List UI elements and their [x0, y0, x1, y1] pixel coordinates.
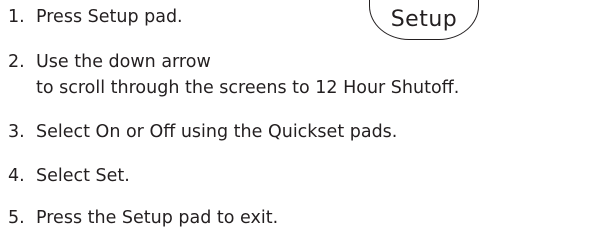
step-text: Select On or Off using the Quickset pads… [36, 122, 398, 142]
instruction-steps: 1. Press Setup pad. 2. Use the down arrow … [8, 0, 583, 240]
step-number: 5. [8, 208, 25, 228]
step-number: 2. [8, 52, 25, 72]
setup-pad-label: Setup [390, 7, 458, 32]
step-text: Press the Setup pad to exit. [36, 208, 279, 228]
step-text: Use the down arrow [36, 52, 211, 72]
step-3: 3. Select On or Off using the Quickset pa… [8, 119, 583, 145]
step-text: Select Set. [36, 166, 130, 186]
step-text: Press Setup pad. [36, 7, 183, 27]
step-text-continuation: to scroll through the screens to 12 Hour… [36, 78, 460, 98]
step-5: 5. Press the Setup pad to exit. [8, 205, 583, 231]
step-1: 1. Press Setup pad. [8, 4, 583, 30]
step-number: 3. [8, 122, 25, 142]
step-2: 2. Use the down arrow to scroll through t… [8, 49, 583, 101]
step-number: 1. [8, 7, 25, 27]
step-number: 4. [8, 166, 25, 186]
step-4: 4. Select Set. [8, 163, 583, 189]
